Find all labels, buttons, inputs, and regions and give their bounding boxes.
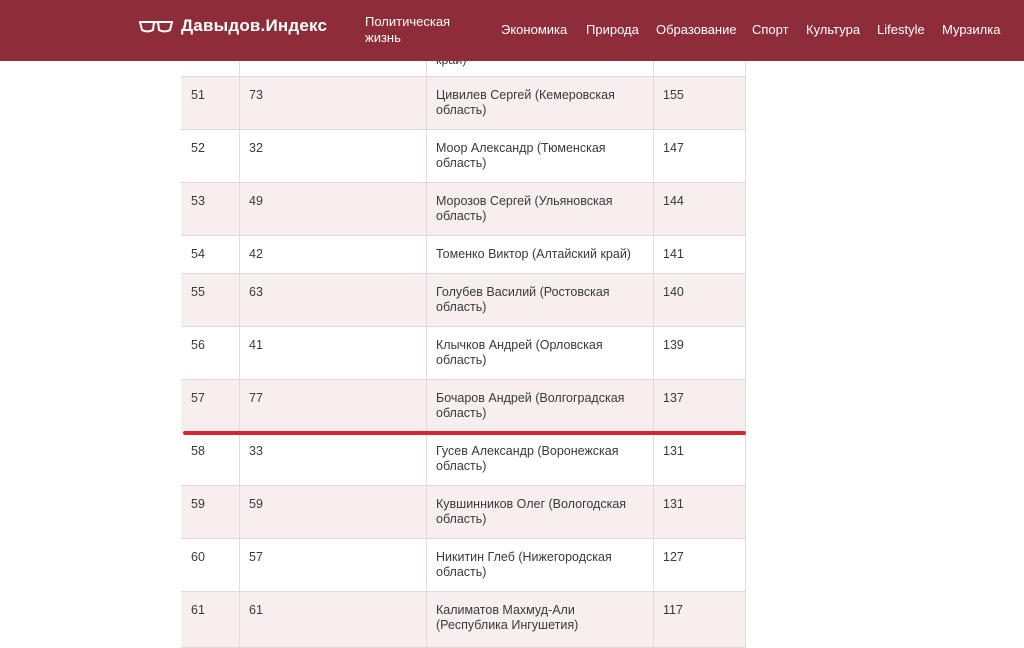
- cell-rank: 60: [191, 550, 205, 564]
- cell-rank: 56: [191, 338, 205, 352]
- table-row: 52 32 Моор Александр (Тюменская область) 14…: [181, 130, 746, 183]
- nav-item-sport[interactable]: Спорт: [752, 22, 789, 38]
- logo-text: Давыдов.Индекс: [181, 16, 328, 35]
- cell-prev-rank: 33: [239, 433, 426, 485]
- table-row: 57 77 Бочаров Андрей (Волгоградская област…: [181, 380, 746, 433]
- nav-item-lifestyle[interactable]: Lifestyle: [877, 22, 925, 38]
- cell-rank: 61: [191, 603, 205, 617]
- nav-item-economy[interactable]: Экономика: [501, 22, 567, 38]
- table-row: 51 73 Цивилев Сергей (Кемеровская область)…: [181, 77, 746, 130]
- table-row: 55 63 Голубев Василий (Ростовская область)…: [181, 274, 746, 327]
- cell-score: 141: [653, 236, 746, 273]
- table-row: 54 42 Томенко Виктор (Алтайский край) 141: [181, 236, 746, 274]
- nav-item-education[interactable]: Образование: [656, 22, 737, 38]
- cell-prev-rank: 59: [239, 486, 426, 538]
- cell-score: 155: [653, 77, 746, 129]
- cell-prev-rank: 42: [239, 236, 426, 273]
- partial-region-text: край): [426, 61, 653, 76]
- cell-score: 144: [653, 183, 746, 235]
- cell-rank: 53: [191, 194, 205, 208]
- cell-score: 127: [653, 539, 746, 591]
- cell-score: 140: [653, 274, 746, 326]
- table-row: 61 61 Калиматов Махмуд-Али (Республика Инг…: [181, 592, 746, 648]
- cell-prev-rank: 41: [239, 327, 426, 379]
- cell-rank: 51: [191, 88, 205, 102]
- cell-prev-rank: 63: [239, 274, 426, 326]
- site-header: Давыдов.Индекс Политическая жизнь Эконом…: [0, 0, 1024, 61]
- cell-governor-name: Моор Александр (Тюменская область): [426, 130, 653, 182]
- highlight-divider-line: [183, 431, 746, 435]
- nav-item-nature[interactable]: Природа: [586, 22, 639, 38]
- cell-rank: 57: [191, 391, 205, 405]
- cell-score: 139: [653, 327, 746, 379]
- cell-governor-name: Никитин Глеб (Нижегородская область): [426, 539, 653, 591]
- cell-prev-rank: 61: [239, 592, 426, 647]
- cell-rank: 59: [191, 497, 205, 511]
- cell-governor-name: Клычков Андрей (Орловская область): [426, 327, 653, 379]
- cell-governor-name: Кувшинников Олег (Вологодская область): [426, 486, 653, 538]
- cell-score: 147: [653, 130, 746, 182]
- cell-score: 131: [653, 486, 746, 538]
- table-row: 53 49 Морозов Сергей (Ульяновская область)…: [181, 183, 746, 236]
- table-row: 58 33 Гусев Александр (Воронежская область…: [181, 433, 746, 486]
- nav-item-culture[interactable]: Культура: [806, 22, 860, 38]
- cell-prev-rank: 32: [239, 130, 426, 182]
- cell-prev-rank: 77: [239, 380, 426, 432]
- cell-governor-name: Бочаров Андрей (Волгоградская область): [426, 380, 653, 432]
- table-row: 59 59 Кувшинников Олег (Вологодская област…: [181, 486, 746, 539]
- cell-rank: 55: [191, 285, 205, 299]
- cell-governor-name: Гусев Александр (Воронежская область): [426, 433, 653, 485]
- table-row: 56 41 Клычков Андрей (Орловская область) 13…: [181, 327, 746, 380]
- cell-score: 137: [653, 380, 746, 432]
- cell-governor-name: Морозов Сергей (Ульяновская область): [426, 183, 653, 235]
- cell-rank: 54: [191, 247, 205, 261]
- cell-rank: 52: [191, 141, 205, 155]
- nav-item-politics[interactable]: Политическая жизнь: [365, 14, 465, 46]
- glasses-icon: [139, 21, 173, 33]
- cell-governor-name: Томенко Виктор (Алтайский край): [426, 236, 653, 273]
- cell-rank: 58: [191, 444, 205, 458]
- nav-item-murzilka[interactable]: Мурзилка: [942, 22, 1000, 38]
- cell-score: 117: [653, 592, 746, 647]
- table-row-partial: край): [181, 61, 746, 77]
- table-row: 60 57 Никитин Глеб (Нижегородская область)…: [181, 539, 746, 592]
- cell-prev-rank: 49: [239, 183, 426, 235]
- cell-score: 131: [653, 433, 746, 485]
- cell-prev-rank: 73: [239, 77, 426, 129]
- cell-governor-name: Калиматов Махмуд-Али (Республика Ингушет…: [426, 592, 653, 647]
- rating-table: край) 51 73Цивилев Сергей (Кемеровская об…: [181, 61, 746, 648]
- cell-governor-name: Цивилев Сергей (Кемеровская область): [426, 77, 653, 129]
- cell-governor-name: Голубев Василий (Ростовская область): [426, 274, 653, 326]
- cell-prev-rank: 57: [239, 539, 426, 591]
- site-logo[interactable]: Давыдов.Индекс: [139, 16, 327, 36]
